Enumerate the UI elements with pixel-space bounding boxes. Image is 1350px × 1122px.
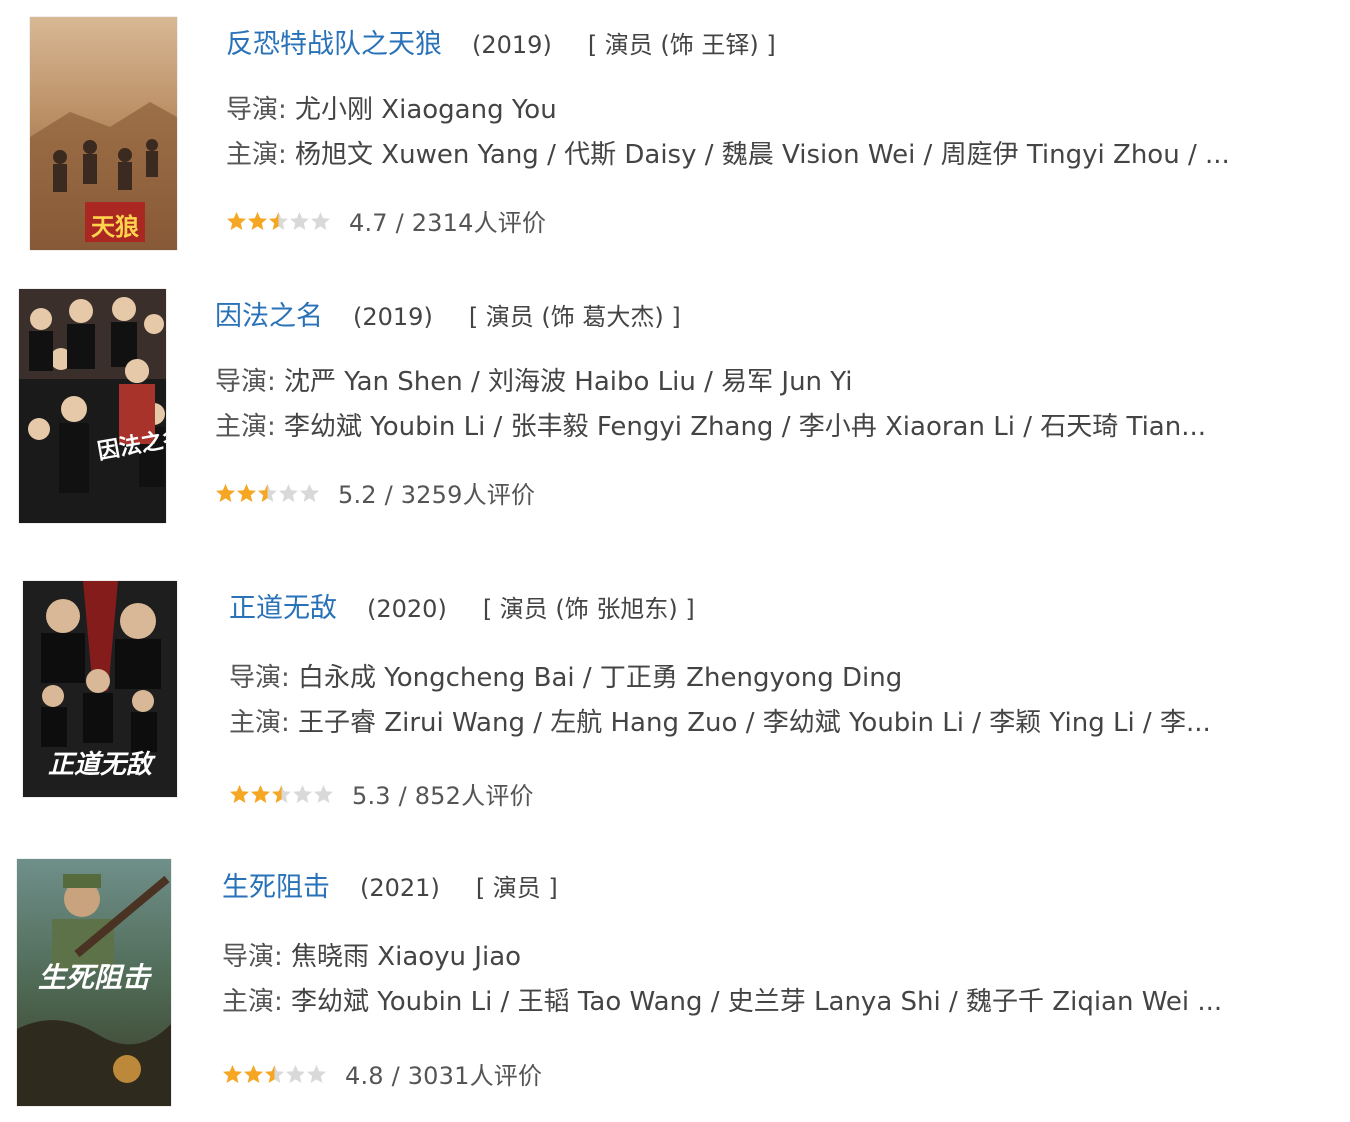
movie-poster[interactable]: 生死阻击 (17, 859, 171, 1106)
star-icon (265, 1064, 284, 1083)
star-icon (244, 1064, 263, 1083)
cast-names: 李幼斌 Youbin Li / 张丰毅 Fengyi Zhang / 李小冉 X… (284, 412, 1207, 442)
director-label: 导演: (229, 663, 290, 693)
cast-line: 主演: 李幼斌 Youbin Li / 王韬 Tao Wang / 史兰芽 La… (222, 980, 1222, 1025)
star-icon (279, 483, 298, 502)
director-names: 尤小刚 Xiaogang You (295, 95, 557, 125)
rating-row: 5.3 / 852人评价 (229, 776, 534, 811)
cast-line: 主演: 杨旭文 Xuwen Yang / 代斯 Daisy / 魏晨 Visio… (226, 133, 1230, 178)
movie-poster[interactable]: 因法之名 (19, 289, 166, 523)
star-icon (230, 784, 249, 803)
cast-label: 主演: (229, 708, 290, 738)
svg-text:生死阻击: 生死阻击 (38, 961, 153, 994)
rating-text: 5.2 / 3259人评价 (338, 481, 536, 509)
cast-line: 主演: 王子睿 Zirui Wang / 左航 Hang Zuo / 李幼斌 Y… (229, 701, 1211, 746)
star-icon (216, 483, 235, 502)
rating-text: 4.7 / 2314人评价 (349, 209, 547, 237)
star-icon (269, 211, 288, 230)
movie-year: (2021) (360, 874, 440, 902)
director-line: 导演: 白永成 Yongcheng Bai / 丁正勇 Zhengyong Di… (229, 656, 1211, 701)
movie-poster[interactable]: 天狼 (30, 17, 177, 250)
star-icon (307, 1064, 326, 1083)
star-icon (314, 784, 333, 803)
director-names: 沈严 Yan Shen / 刘海波 Haibo Liu / 易军 Jun Yi (284, 367, 853, 397)
star-icon (311, 211, 330, 230)
movie-year: (2019) (472, 31, 552, 59)
director-line: 导演: 尤小刚 Xiaogang You (226, 88, 1230, 133)
cast-names: 李幼斌 Youbin Li / 王韬 Tao Wang / 史兰芽 Lanya … (291, 987, 1223, 1017)
rating-row: 4.8 / 3031人评价 (222, 1056, 542, 1091)
star-icon (251, 784, 270, 803)
star-icon (286, 1064, 305, 1083)
movie-poster[interactable]: 正道无敌 (23, 581, 177, 797)
role-info: [ 演员 ] (475, 874, 558, 902)
director-line: 导演: 焦晓雨 Xiaoyu Jiao (222, 935, 1222, 980)
rating-row: 5.2 / 3259人评价 (215, 475, 535, 510)
star-rating (229, 784, 334, 804)
cast-names: 杨旭文 Xuwen Yang / 代斯 Daisy / 魏晨 Vision We… (295, 140, 1230, 170)
rating-text: 5.3 / 852人评价 (352, 782, 534, 810)
cast-label: 主演: (222, 987, 283, 1017)
cast-label: 主演: (226, 140, 287, 170)
poster-image: 正道无敌 (23, 581, 177, 797)
star-icon (258, 483, 277, 502)
star-icon (272, 784, 291, 803)
poster-image: 因法之名 (19, 289, 166, 523)
movie-title-link[interactable]: 因法之名 (215, 294, 323, 333)
svg-text:正道无敌: 正道无敌 (48, 750, 156, 780)
cast-line: 主演: 李幼斌 Youbin Li / 张丰毅 Fengyi Zhang / 李… (215, 405, 1206, 450)
star-rating (222, 1064, 327, 1084)
director-names: 焦晓雨 Xiaoyu Jiao (291, 942, 522, 972)
movie-title-link[interactable]: 生死阻击 (222, 865, 330, 904)
movie-year: (2020) (367, 595, 447, 623)
role-info: [ 演员 (饰 张旭东) ] (482, 595, 695, 623)
movie-year: (2019) (353, 303, 433, 331)
movie-title-link[interactable]: 正道无敌 (229, 586, 337, 625)
director-label: 导演: (222, 942, 283, 972)
star-icon (290, 211, 309, 230)
rating-row: 4.7 / 2314人评价 (226, 203, 546, 238)
director-label: 导演: (215, 367, 276, 397)
star-icon (248, 211, 267, 230)
star-icon (293, 784, 312, 803)
star-rating (226, 211, 331, 231)
director-label: 导演: (226, 95, 287, 125)
star-icon (237, 483, 256, 502)
svg-text:天狼: 天狼 (91, 213, 139, 241)
star-icon (223, 1064, 242, 1083)
poster-image: 生死阻击 (17, 859, 171, 1106)
star-icon (300, 483, 319, 502)
director-line: 导演: 沈严 Yan Shen / 刘海波 Haibo Liu / 易军 Jun… (215, 360, 1206, 405)
cast-names: 王子睿 Zirui Wang / 左航 Hang Zuo / 李幼斌 Youbi… (298, 708, 1211, 738)
role-info: [ 演员 (饰 王铎) ] (587, 31, 776, 59)
role-info: [ 演员 (饰 葛大杰) ] (468, 303, 681, 331)
rating-text: 4.8 / 3031人评价 (345, 1062, 543, 1090)
movie-title-link[interactable]: 反恐特战队之天狼 (226, 22, 442, 61)
poster-image: 天狼 (30, 17, 177, 250)
director-names: 白永成 Yongcheng Bai / 丁正勇 Zhengyong Ding (298, 663, 903, 693)
cast-label: 主演: (215, 412, 276, 442)
star-icon (227, 211, 246, 230)
star-rating (215, 483, 320, 503)
